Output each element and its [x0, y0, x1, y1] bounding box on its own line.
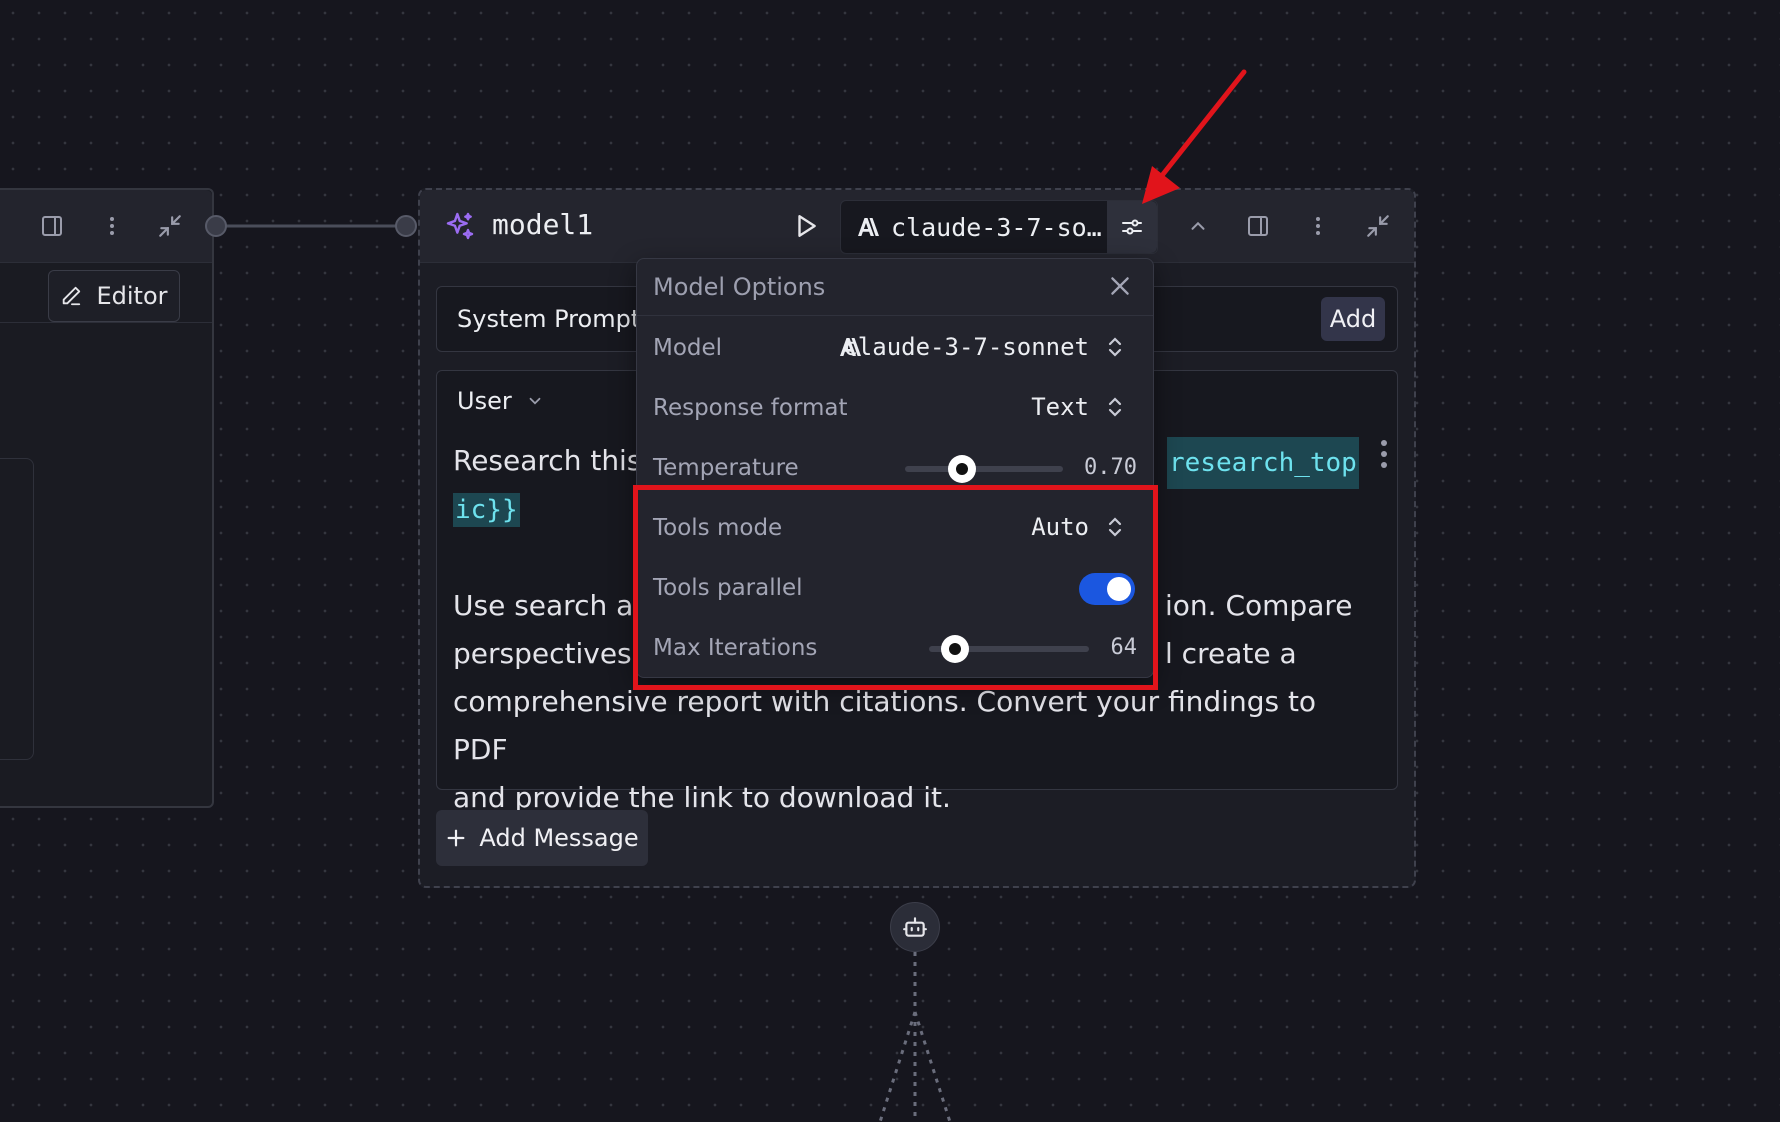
response-format-label: Response format — [653, 395, 848, 421]
left-node: Editor — [0, 188, 214, 808]
model-chip-label: claude-3-7-so… — [891, 213, 1102, 242]
system-prompt-label: System Prompt — [457, 305, 641, 333]
model-node-header: model1 claude-3-7-so… — [420, 190, 1414, 263]
pencil-icon — [60, 285, 82, 307]
model-option-value[interactable]: claude-3-7-sonnet — [843, 333, 1089, 361]
editor-button[interactable]: Editor — [48, 270, 180, 322]
template-variable: research_top — [1167, 437, 1359, 489]
output-port[interactable] — [205, 215, 227, 237]
message-line-3-start: Use search ar — [453, 589, 645, 622]
temperature-value: 0.70 — [1084, 455, 1137, 480]
plus-icon — [445, 827, 467, 849]
message-line-4-end: l create a — [1165, 637, 1297, 670]
popover-title: Model Options — [653, 273, 826, 301]
response-format-value[interactable]: Text — [1031, 393, 1089, 421]
up-down-chevron-icon[interactable] — [1105, 335, 1125, 359]
temperature-label: Temperature — [653, 455, 799, 481]
model-option-label: Model — [653, 335, 723, 361]
add-system-prompt-button[interactable]: Add — [1321, 297, 1385, 341]
agent-connection-lines — [878, 952, 952, 1122]
editor-button-label: Editor — [96, 282, 168, 310]
more-options-icon[interactable] — [94, 208, 130, 244]
template-variable-end: ic}} — [453, 493, 520, 527]
left-node-content-box — [0, 458, 34, 760]
chevron-down-icon — [526, 392, 544, 410]
up-down-chevron-icon[interactable] — [1105, 395, 1125, 419]
sparkle-icon — [442, 208, 478, 244]
message-menu-icon[interactable] — [1377, 439, 1391, 469]
annotation-arrow — [1142, 69, 1247, 204]
add-message-button[interactable]: Add Message — [436, 810, 648, 866]
temperature-slider[interactable] — [905, 466, 1063, 472]
input-port[interactable] — [395, 215, 417, 237]
agent-port[interactable] — [890, 902, 940, 952]
sliders-icon — [1120, 215, 1144, 239]
role-label: User — [457, 387, 512, 415]
bot-icon — [902, 914, 928, 940]
temperature-slider-knob[interactable] — [947, 455, 976, 483]
collapse-icon[interactable] — [152, 208, 188, 244]
response-format-row[interactable]: Response format Text — [637, 379, 1153, 439]
close-icon[interactable] — [1107, 273, 1133, 299]
more-options-icon[interactable] — [1300, 208, 1336, 244]
add-message-label: Add Message — [479, 824, 639, 852]
collapse-icon[interactable] — [1360, 208, 1396, 244]
run-icon[interactable] — [788, 208, 824, 244]
panel-toggle-icon[interactable] — [34, 208, 70, 244]
left-node-header — [0, 190, 212, 263]
message-line-4-start: perspectives, — [453, 637, 641, 670]
popover-header: Model Options — [637, 259, 1153, 316]
message-line-5: comprehensive report with citations. Con… — [453, 685, 1317, 766]
model-option-row[interactable]: Model claude-3-7-sonnet — [637, 319, 1153, 379]
chevron-up-icon[interactable] — [1180, 208, 1216, 244]
message-line-1: Research this — [453, 444, 642, 477]
role-select[interactable]: User — [457, 387, 544, 415]
highlight-box — [633, 485, 1158, 690]
panel-toggle-icon[interactable] — [1240, 208, 1276, 244]
message-line-3-end: ion. Compare — [1165, 589, 1353, 622]
anthropic-logo-icon — [855, 215, 879, 239]
node-connector — [205, 215, 417, 237]
node-title[interactable]: model1 — [492, 208, 593, 241]
